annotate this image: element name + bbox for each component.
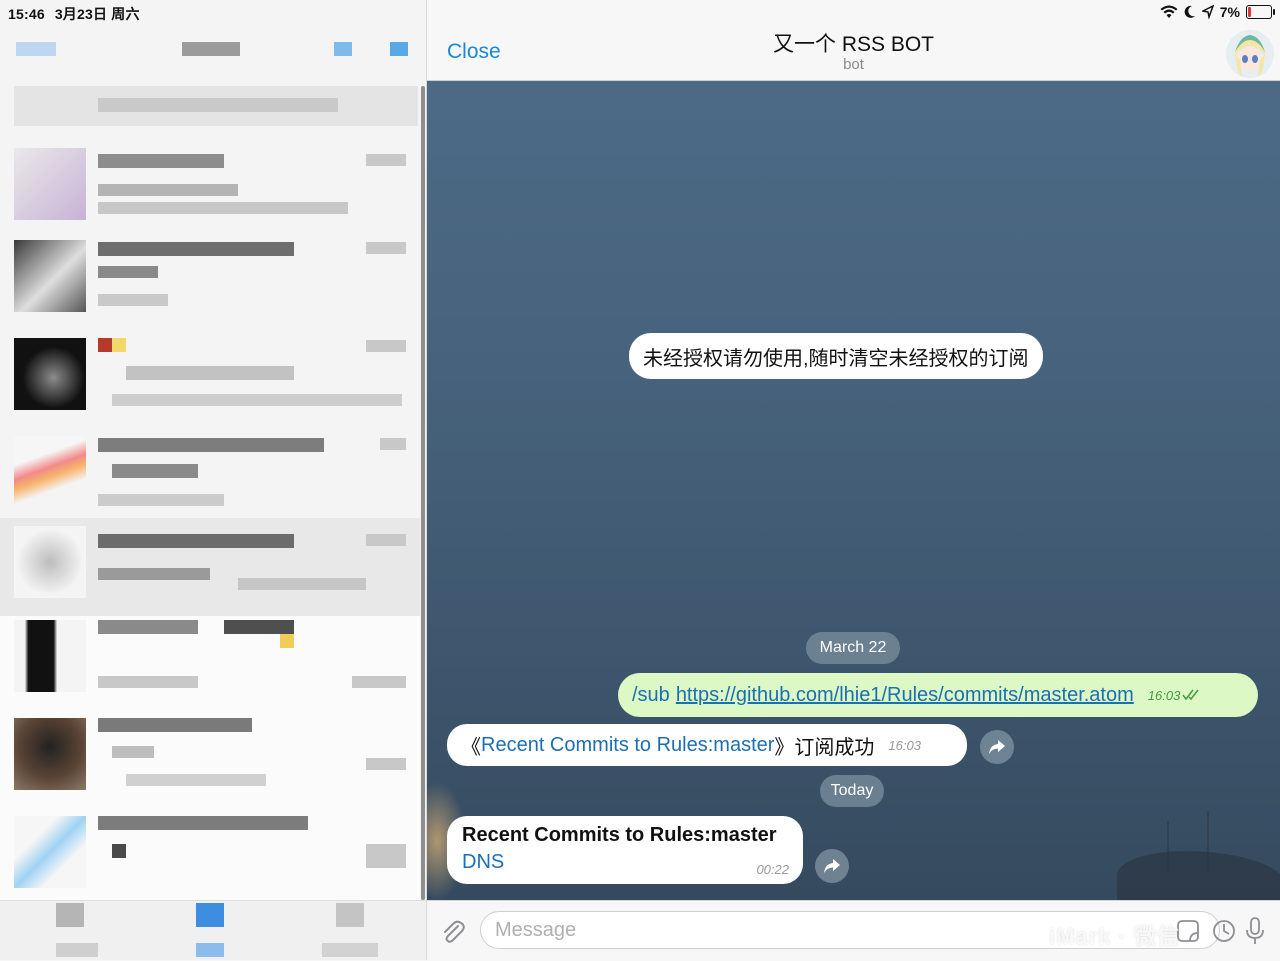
message-time: 16:03 — [888, 737, 921, 753]
battery-percent: 7% — [1219, 4, 1240, 20]
forward-button[interactable] — [815, 849, 849, 883]
message-time: 00:22 — [756, 862, 789, 877]
chat-header: Close 又一个 RSS BOT bot 7% — [427, 0, 1280, 81]
status-bar-left: 15:46 3月23日 周六 — [8, 4, 150, 24]
tab-bar — [0, 900, 426, 960]
search-placeholder — [98, 98, 338, 112]
battery-icon — [1246, 5, 1275, 19]
wifi-icon — [1160, 5, 1178, 18]
chat-subtitle: bot — [843, 56, 864, 73]
forward-button[interactable] — [980, 730, 1014, 764]
message-link[interactable]: https://github.com/lhie1/Rules/commits/m… — [676, 684, 1134, 707]
chats-title — [182, 42, 240, 56]
avatar — [14, 718, 86, 790]
compose-icon[interactable] — [390, 42, 408, 56]
chat-list-item[interactable] — [0, 336, 420, 434]
edit-button[interactable] — [16, 42, 56, 56]
share-arrow-icon — [824, 859, 840, 873]
chat-list-item[interactable] — [0, 714, 420, 812]
status-bar-right: 7% — [1160, 4, 1275, 20]
avatar — [14, 338, 86, 410]
chat-list-pane — [0, 0, 427, 960]
chat-list-item[interactable] — [0, 238, 420, 336]
conversation-pane: Close 又一个 RSS BOT bot 7% 未经授权请勿使用,随时清空未经… — [427, 0, 1280, 961]
status-time: 15:46 — [8, 6, 45, 22]
avatar — [14, 620, 86, 692]
double-check-icon — [1182, 689, 1199, 701]
new-group-icon[interactable] — [334, 42, 352, 56]
chat-title[interactable]: 又一个 RSS BOT — [427, 28, 1280, 58]
notice-message: 未经授权请勿使用,随时清空未经授权的订阅 — [629, 333, 1043, 379]
sticker-icon[interactable] — [1176, 919, 1200, 943]
subscribe-success-text: 》订阅成功 — [774, 736, 875, 759]
chat-list-item[interactable] — [0, 812, 420, 910]
date-separator: March 22 — [806, 632, 900, 664]
avatar — [14, 240, 86, 312]
avatar — [14, 436, 86, 508]
commit-link[interactable]: DNS — [462, 851, 788, 874]
avatar — [14, 816, 86, 888]
quote-open: 《 — [461, 736, 481, 759]
moon-icon — [1184, 5, 1195, 18]
bot-command[interactable]: /sub — [632, 684, 670, 707]
tab-contacts[interactable] — [56, 903, 84, 927]
chat-list-item[interactable] — [0, 518, 420, 616]
avatar — [14, 148, 86, 220]
tab-settings[interactable] — [336, 903, 364, 927]
avatar — [14, 526, 86, 598]
incoming-message[interactable]: 《 Recent Commits to Rules:master 》订阅成功 16:… — [447, 724, 967, 766]
microphone-icon[interactable] — [1244, 917, 1266, 945]
chat-list-item[interactable] — [0, 616, 420, 714]
timer-icon[interactable] — [1212, 919, 1236, 943]
attach-icon[interactable] — [439, 918, 467, 946]
feed-title: Recent Commits to Rules:master — [462, 824, 777, 846]
share-arrow-icon — [989, 740, 1005, 754]
status-date: 3月23日 周六 — [54, 6, 140, 22]
message-input[interactable] — [480, 911, 1220, 949]
chat-list-item[interactable] — [0, 140, 420, 238]
tab-chats[interactable] — [196, 903, 224, 927]
outgoing-message[interactable]: /sub https://github.com/lhie1/Rules/comm… — [618, 673, 1258, 717]
message-time: 16:03 — [1147, 687, 1181, 703]
location-icon — [1201, 5, 1214, 19]
date-separator: Today — [820, 775, 884, 807]
bot-avatar[interactable] — [1226, 30, 1274, 78]
feed-name-link[interactable]: Recent Commits to Rules:master — [481, 734, 774, 757]
tree-silhouette — [1117, 851, 1280, 900]
message-input-bar: iMark · 微信 — [427, 900, 1280, 961]
incoming-message[interactable]: Recent Commits to Rules:master DNS 00:22 — [447, 816, 803, 884]
scrollbar[interactable] — [421, 86, 425, 900]
